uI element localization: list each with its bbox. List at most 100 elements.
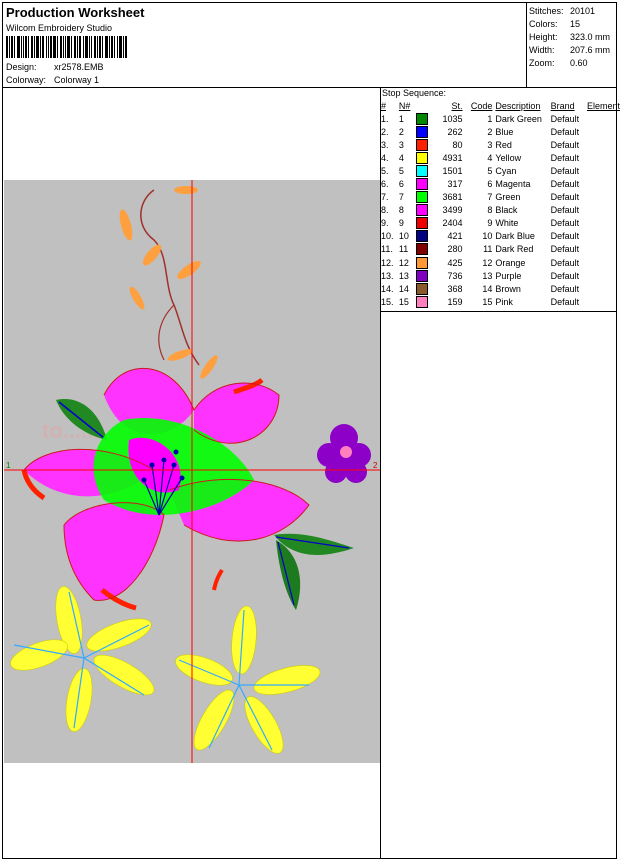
stat-height: Height: 323.0 mm [529,32,610,42]
col-header-description: Description [495,101,541,111]
col-header-swatch [416,100,431,112]
row-element [587,191,620,204]
row-code: 13 [482,270,493,281]
row-stitches: 80 [452,139,463,150]
col-header-stitches: St. [451,101,463,111]
colorway-label: Colorway: [6,75,47,85]
row-description: Brown [495,283,521,294]
row-index: 10. [381,231,394,242]
row-code: 2 [487,126,493,137]
embroidery-artwork: to..........designs.com [4,180,380,763]
row-brand: Default [550,270,580,281]
row-brand: Default [550,139,580,150]
yellow-leaves-left [10,586,155,732]
row-swatch [415,217,431,230]
row-code: 6 [487,179,493,190]
row-element [587,217,620,230]
color-swatch [415,282,428,295]
row-description: Cyan [495,165,517,176]
barcode [6,36,127,58]
table-row: 2. 2 262 2 Blue Default [381,125,620,138]
row-swatch [415,282,431,295]
row-stitches: 425 [447,257,463,268]
row-needle: 1 [398,113,404,124]
stat-label: Stitches: [529,6,564,16]
purple-flower-center [340,446,352,458]
row-element [587,282,620,295]
row-brand: Default [550,179,580,190]
row-index: 6. [381,179,389,190]
row-swatch [415,230,431,243]
row-index: 8. [381,205,389,216]
stop-table-divider [380,311,617,312]
col-header-code: Code [470,101,493,111]
row-needle: 14 [398,283,409,294]
row-description: Dark Red [495,244,534,255]
row-swatch [415,295,431,308]
row-description: Dark Green [495,113,542,124]
color-swatch [415,178,428,191]
row-description: Blue [495,126,514,137]
row-brand: Default [550,218,580,229]
row-stitches: 3681 [442,192,463,203]
table-row: 12. 12 425 12 Orange Default [381,256,620,269]
row-element [587,256,620,269]
row-swatch [415,151,431,164]
row-code: 12 [482,257,493,268]
row-needle: 3 [398,139,404,150]
row-code: 7 [487,192,493,203]
axis-label-left: 1 [6,461,11,470]
table-row: 13. 13 736 13 Purple Default [381,269,620,282]
stat-value: 323.0 mm [570,32,611,42]
table-row: 3. 3 80 3 Red Default [381,138,620,151]
row-description: Yellow [495,152,522,163]
row-element [587,295,620,308]
row-code: 8 [487,205,493,216]
row-element [587,112,620,125]
stat-width: Width: 207.6 mm [529,45,610,55]
header-divider [2,87,617,88]
row-needle: 13 [398,270,409,281]
col-header-element: Element [586,101,620,111]
row-swatch [415,269,431,282]
row-description: Pink [495,296,513,307]
row-index: 5. [381,165,389,176]
row-needle: 10 [398,231,409,242]
row-description: Magenta [495,179,531,190]
col-header-brand: Brand [550,101,575,111]
table-row: 10. 10 421 10 Dark Blue Default [381,230,620,243]
row-needle: 15 [398,296,409,307]
row-code: 14 [482,283,493,294]
color-swatch [415,256,428,269]
table-row: 7. 7 3681 7 Green Default [381,191,620,204]
row-element [587,230,620,243]
row-index: 11. [381,244,393,255]
row-stitches: 421 [447,231,463,242]
table-row: 11. 11 280 11 Dark Red Default [381,243,620,256]
color-swatch [415,295,428,308]
row-code: 9 [487,218,493,229]
row-stitches: 3499 [442,205,463,216]
flower-stem [140,189,200,366]
row-needle: 7 [398,192,404,203]
row-description: Purple [495,270,522,281]
row-swatch [415,164,431,177]
flower-stem-branch [158,304,175,361]
row-description: White [495,218,519,229]
axis-label-right: 2 [373,461,378,470]
color-swatch [415,191,428,204]
table-row: 6. 6 317 6 Magenta Default [381,177,620,191]
stat-colors: Colors: 15 [529,19,580,29]
row-needle: 4 [398,152,404,163]
row-swatch [415,191,431,204]
stat-label: Height: [529,32,558,42]
row-needle: 2 [398,126,404,137]
design-row: Design: xr2578.EMB [6,62,104,72]
color-swatch [415,269,428,282]
color-swatch [415,204,428,217]
row-swatch [415,138,431,151]
row-stitches: 280 [447,244,463,255]
row-element [587,243,620,256]
row-element [587,125,620,138]
row-needle: 8 [398,205,404,216]
